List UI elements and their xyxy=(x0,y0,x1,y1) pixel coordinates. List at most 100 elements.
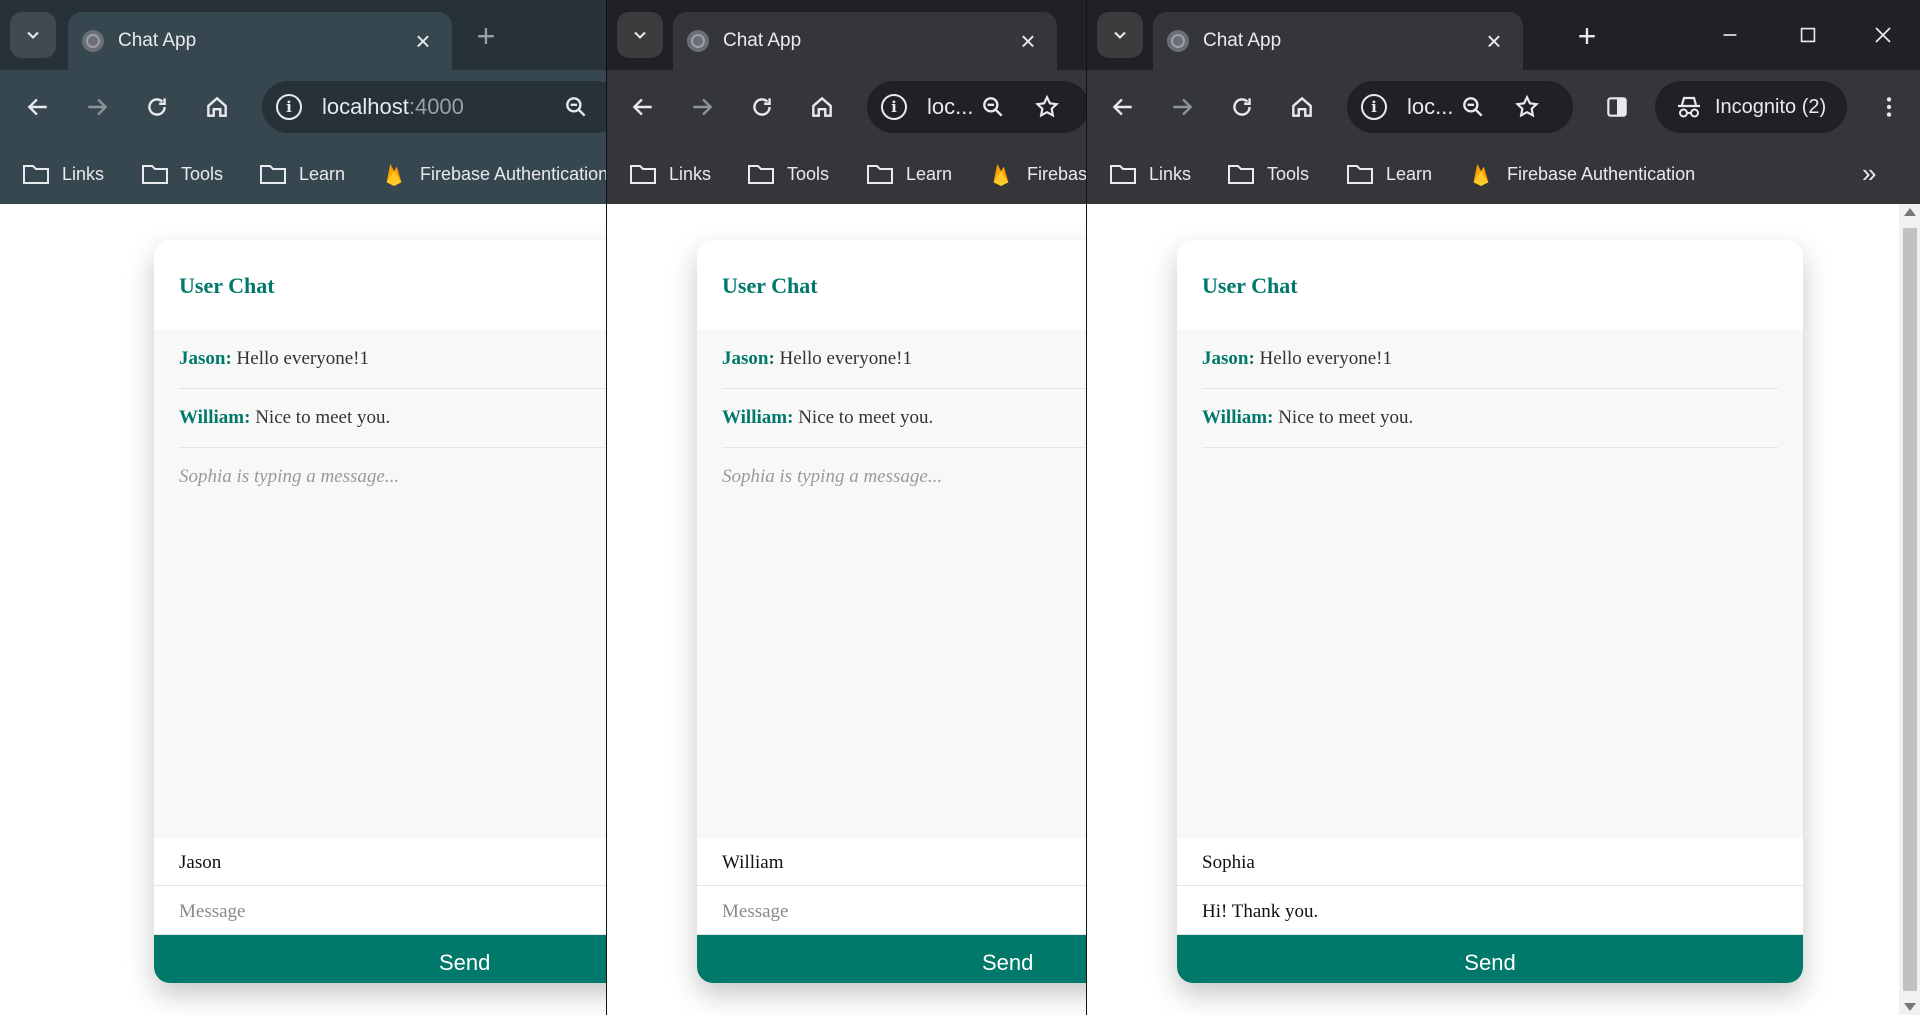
tab-chat-app[interactable]: Chat App × xyxy=(68,12,452,70)
message-text: Hello everyone!1 xyxy=(1259,348,1392,369)
incognito-badge[interactable]: Incognito (2) xyxy=(1655,81,1847,133)
close-icon[interactable]: × xyxy=(1479,26,1509,56)
typing-indicator: Sophia is typing a message... xyxy=(722,466,943,487)
send-button[interactable]: Send xyxy=(1177,935,1803,983)
window-close-icon[interactable] xyxy=(1859,14,1907,56)
tab-chat-app[interactable]: Chat App × xyxy=(673,12,1057,70)
forward-icon[interactable] xyxy=(1160,85,1204,129)
tab-menu-icon[interactable] xyxy=(10,12,56,58)
info-icon[interactable]: i xyxy=(881,94,907,120)
reload-icon[interactable] xyxy=(135,85,179,129)
bookmark-links[interactable]: Links xyxy=(22,158,104,190)
page-content: User Chat Jason: Hello everyone!1 Willia… xyxy=(1087,204,1920,1015)
typing-indicator: Sophia is typing a message... xyxy=(179,466,400,487)
folder-icon xyxy=(23,165,49,184)
back-icon[interactable] xyxy=(16,85,60,129)
zoom-icon[interactable] xyxy=(554,85,598,129)
bookmark-learn[interactable]: Learn xyxy=(259,158,345,190)
home-icon[interactable] xyxy=(800,85,844,129)
toolbar: i loc... Incognito (2) xyxy=(1087,70,1920,144)
bookmark-firebase[interactable]: Firebase xyxy=(987,158,1086,190)
chat-card: User Chat Jason: Hello everyone!1 Willia… xyxy=(697,240,1086,983)
close-icon[interactable]: × xyxy=(1013,26,1043,56)
zoom-icon[interactable] xyxy=(971,85,1015,129)
message-list: Jason: Hello everyone!1 William: Nice to… xyxy=(1177,330,1803,838)
message-author: William: xyxy=(179,407,251,428)
star-icon[interactable] xyxy=(1025,85,1069,129)
chat-card: User Chat Jason: Hello everyone!1 Willia… xyxy=(1177,240,1803,983)
reload-icon[interactable] xyxy=(1220,85,1264,129)
scrollbar-thumb[interactable] xyxy=(1903,228,1917,991)
zoom-icon[interactable] xyxy=(1451,85,1495,129)
bookmark-label: Tools xyxy=(181,163,224,184)
folder-icon xyxy=(1110,165,1136,184)
message-field[interactable]: Message xyxy=(697,887,1086,935)
page-content: User Chat Jason: Hello everyone!1 Willia… xyxy=(0,204,606,1015)
vertical-scrollbar[interactable] xyxy=(1899,204,1920,1015)
name-field[interactable]: William xyxy=(697,838,1086,886)
send-button[interactable]: Send xyxy=(697,935,1086,983)
new-tab-icon[interactable]: + xyxy=(468,18,504,54)
bookmark-label: Learn xyxy=(906,163,953,184)
minimize-icon[interactable] xyxy=(1706,14,1754,56)
incognito-label: Incognito (2) xyxy=(1715,95,1827,118)
firebase-icon xyxy=(1473,163,1489,186)
back-icon[interactable] xyxy=(1101,85,1145,129)
message-item: Jason: Hello everyone!1 xyxy=(1202,330,1778,389)
side-panel-icon[interactable] xyxy=(1595,85,1639,129)
forward-icon[interactable] xyxy=(680,85,724,129)
page-content: User Chat Jason: Hello everyone!1 Willia… xyxy=(607,204,1086,1015)
message-field[interactable]: Message xyxy=(154,887,606,935)
bookmark-tools[interactable]: Tools xyxy=(141,158,223,190)
message-item: William: Nice to meet you. xyxy=(1202,389,1778,448)
tab-strip: Chat App × + xyxy=(0,0,606,70)
close-icon[interactable]: × xyxy=(408,26,438,56)
bookmark-firebase[interactable]: Firebase Authentication xyxy=(1467,158,1695,190)
new-tab-icon[interactable]: + xyxy=(1569,18,1605,54)
back-icon[interactable] xyxy=(621,85,665,129)
reload-icon[interactable] xyxy=(740,85,784,129)
bookmark-firebase[interactable]: Firebase Authentication xyxy=(380,158,606,190)
bookmark-links[interactable]: Links xyxy=(629,158,711,190)
name-field[interactable]: Sophia xyxy=(1177,838,1803,886)
bookmarks-overflow-icon[interactable]: » xyxy=(1862,158,1876,189)
more-icon[interactable] xyxy=(1867,85,1911,129)
tab-strip: Chat App × xyxy=(607,0,1086,70)
forward-icon[interactable] xyxy=(75,85,119,129)
tab-chat-app[interactable]: Chat App × xyxy=(1153,12,1523,70)
home-icon[interactable] xyxy=(1280,85,1324,129)
message-text: Nice to meet you. xyxy=(1278,407,1414,428)
bookmark-links[interactable]: Links xyxy=(1109,158,1191,190)
message-field[interactable]: Hi! Thank you. xyxy=(1177,887,1803,935)
tab-title: Chat App xyxy=(723,30,802,51)
bookmark-learn[interactable]: Learn xyxy=(866,158,952,190)
chat-title: User Chat xyxy=(1202,273,1298,298)
scroll-down-icon[interactable] xyxy=(1904,1003,1916,1011)
address-bar[interactable]: i localhost:4000 xyxy=(262,81,606,133)
firebase-icon xyxy=(386,163,402,186)
address-bar[interactable]: i loc... xyxy=(1347,81,1573,133)
info-icon[interactable]: i xyxy=(1361,94,1387,120)
message-text: Hello everyone!1 xyxy=(779,348,912,369)
info-icon[interactable]: i xyxy=(276,94,302,120)
browser-window-2: Chat App × i loc... Links Tools Learn Fi… xyxy=(606,0,1086,1015)
home-icon[interactable] xyxy=(195,85,239,129)
send-button[interactable]: Send xyxy=(154,935,606,983)
bookmark-tools[interactable]: Tools xyxy=(1227,158,1309,190)
maximize-icon[interactable] xyxy=(1784,14,1832,56)
tab-menu-icon[interactable] xyxy=(1097,12,1143,58)
star-icon[interactable] xyxy=(1505,85,1549,129)
bookmark-learn[interactable]: Learn xyxy=(1346,158,1432,190)
message-list: Jason: Hello everyone!1 William: Nice to… xyxy=(697,330,1086,838)
incognito-icon xyxy=(1678,96,1700,118)
message-author: William: xyxy=(722,407,794,428)
name-field[interactable]: Jason xyxy=(154,838,606,886)
message-text: Nice to meet you. xyxy=(798,407,934,428)
scroll-up-icon[interactable] xyxy=(1904,208,1916,216)
message-author: Jason: xyxy=(722,348,775,369)
bookmark-tools[interactable]: Tools xyxy=(747,158,829,190)
address-bar[interactable]: i loc... xyxy=(867,81,1086,133)
tab-menu-icon[interactable] xyxy=(617,12,663,58)
folder-icon xyxy=(142,165,168,184)
url-text: loc... xyxy=(927,94,974,119)
